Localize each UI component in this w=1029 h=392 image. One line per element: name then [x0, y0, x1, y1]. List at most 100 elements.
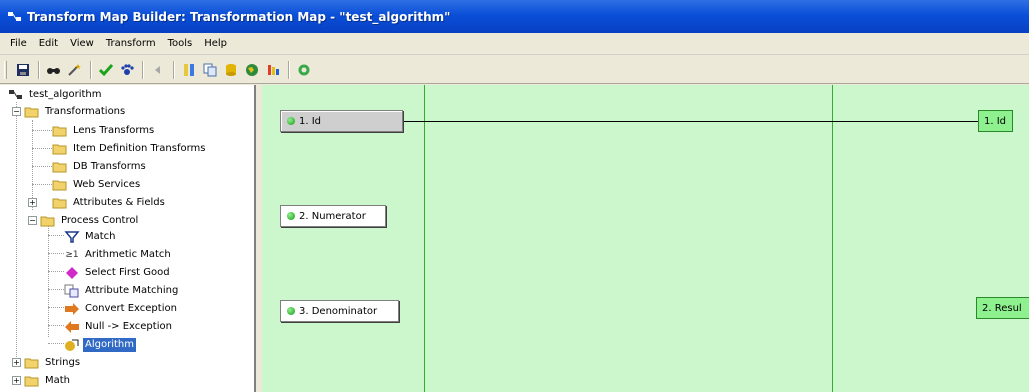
tree-item-strings[interactable]: Strings — [24, 354, 82, 371]
output-field-label: 1. Id — [984, 115, 1007, 127]
expand-icon[interactable]: + — [28, 198, 37, 207]
output-field-id[interactable]: 1. Id — [978, 110, 1013, 132]
tree-label: DB Transforms — [73, 160, 146, 172]
tree-item-arithmetic-match[interactable]: ≥1 Arithmetic Match — [64, 246, 173, 263]
tree-label: Strings — [45, 356, 81, 368]
menu-view[interactable]: View — [64, 38, 100, 49]
toolbar-separator — [90, 60, 92, 79]
tree-item-web-services[interactable]: Web Services — [52, 176, 142, 193]
status-dot-icon — [287, 307, 295, 315]
tree-line — [48, 235, 64, 236]
tree-item-process-control[interactable]: Process Control — [40, 212, 140, 229]
tree-label: Algorithm — [83, 337, 136, 352]
window-title: Transform Map Builder: Transformation Ma… — [27, 9, 451, 24]
input-field-denominator[interactable]: 3. Denominator — [280, 300, 399, 322]
tree-label: Convert Exception — [85, 302, 177, 314]
transformation-tree[interactable]: test_algorithm − Transformations Lens Tr… — [0, 85, 256, 392]
folder-open-icon — [24, 107, 39, 117]
tree-label: Arithmetic Match — [85, 248, 171, 260]
menu-file[interactable]: File — [4, 38, 33, 49]
tree-item-lens-transforms[interactable]: Lens Transforms — [52, 122, 156, 139]
input-field-label: 2. Numerator — [299, 210, 366, 222]
tree-line — [32, 166, 52, 167]
arrow-right-icon — [65, 302, 79, 315]
tree-item-attributes-fields[interactable]: Attributes & Fields — [52, 194, 167, 211]
tree-item-attribute-matching[interactable]: Attribute Matching — [64, 282, 180, 299]
algorithm-icon — [65, 339, 79, 351]
map-canvas[interactable]: 1. Id 2. Numerator 3. Denominator 1. Id … — [262, 85, 1029, 392]
tree-line — [48, 307, 64, 308]
tree-line — [48, 253, 64, 254]
tree-label: Attributes & Fields — [73, 196, 165, 208]
input-field-numerator[interactable]: 2. Numerator — [280, 205, 386, 227]
refresh-icon[interactable] — [294, 60, 314, 80]
palette-icon[interactable] — [263, 60, 283, 80]
map-icon — [9, 89, 22, 99]
folder-icon — [52, 126, 67, 136]
tree-line — [48, 289, 64, 290]
find-icon[interactable] — [44, 60, 64, 80]
web-icon[interactable] — [242, 60, 262, 80]
tree-line — [48, 343, 64, 344]
filter-icon — [64, 230, 80, 243]
column-divider — [424, 85, 425, 392]
tree-line — [48, 325, 64, 326]
tree-item-algorithm[interactable]: Algorithm — [64, 336, 136, 353]
mapping-connector[interactable] — [402, 121, 980, 122]
tree-label: Web Services — [73, 178, 141, 190]
toolbar-separator — [288, 60, 290, 79]
tree-line — [32, 120, 33, 210]
greater-equal-icon: ≥1 — [65, 249, 79, 260]
output-field-result[interactable]: 2. Resul — [976, 297, 1029, 319]
menu-help[interactable]: Help — [198, 38, 233, 49]
arrow-left-icon — [65, 320, 79, 333]
toolbar-grip[interactable] — [4, 60, 7, 79]
tree-line — [48, 225, 49, 337]
folder-open-icon — [40, 216, 55, 226]
input-field-label: 3. Denominator — [299, 305, 378, 317]
column-divider — [832, 85, 833, 392]
copy-icon[interactable] — [200, 60, 220, 80]
toolbar — [0, 56, 1029, 84]
input-field-id[interactable]: 1. Id — [280, 110, 403, 132]
tree-item-db-transforms[interactable]: DB Transforms — [52, 158, 148, 175]
tree-item-null-exception[interactable]: Null -> Exception — [64, 318, 174, 335]
collapse-icon[interactable]: − — [12, 107, 21, 116]
tree-label: Transformations — [45, 105, 126, 117]
transform-icon[interactable] — [179, 60, 199, 80]
diamond-icon — [66, 266, 78, 279]
tree-line — [48, 271, 64, 272]
wand-icon[interactable] — [65, 60, 85, 80]
menu-edit[interactable]: Edit — [33, 38, 64, 49]
title-bar: Transform Map Builder: Transformation Ma… — [0, 0, 1029, 33]
tree-label: Null -> Exception — [85, 320, 172, 332]
tree-label: Attribute Matching — [85, 284, 179, 296]
db-icon[interactable] — [221, 60, 241, 80]
tree-item-item-definition[interactable]: Item Definition Transforms — [52, 140, 208, 157]
toolbar-separator — [38, 60, 40, 79]
tree-item-match[interactable]: Match — [64, 228, 118, 245]
paw-icon[interactable] — [117, 60, 137, 80]
tree-label: Lens Transforms — [73, 124, 155, 136]
folder-icon — [52, 180, 67, 190]
tree-item-math[interactable]: Math — [24, 372, 72, 389]
status-dot-icon — [287, 212, 295, 220]
tree-item-transformations[interactable]: Transformations — [24, 103, 127, 120]
folder-icon — [52, 144, 67, 154]
tree-label: Match — [85, 230, 116, 242]
check-icon[interactable] — [96, 60, 116, 80]
expand-icon[interactable]: + — [12, 358, 21, 367]
expand-icon[interactable]: + — [12, 376, 21, 385]
collapse-icon[interactable]: − — [28, 216, 37, 225]
save-icon[interactable] — [13, 60, 33, 80]
tree-label: Math — [45, 374, 71, 386]
output-field-label: 2. Resul — [982, 302, 1022, 314]
tree-item-select-first-good[interactable]: Select First Good — [64, 264, 172, 281]
back-icon[interactable] — [148, 60, 168, 80]
status-dot-icon — [287, 117, 295, 125]
tree-item-convert-exception[interactable]: Convert Exception — [64, 300, 179, 317]
folder-icon — [24, 376, 39, 386]
tree-item-root[interactable]: test_algorithm — [8, 86, 103, 103]
menu-transform[interactable]: Transform — [100, 38, 162, 49]
menu-tools[interactable]: Tools — [162, 38, 199, 49]
